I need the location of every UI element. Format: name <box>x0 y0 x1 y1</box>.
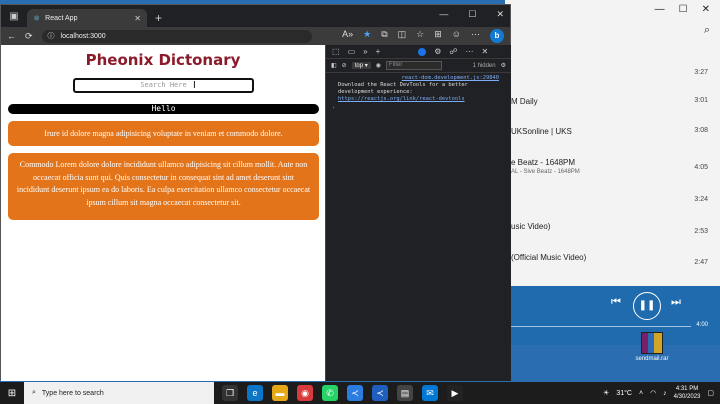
console-message: Download the React DevTools for a better… <box>338 82 468 102</box>
pause-button[interactable]: ❚❚ <box>633 292 661 320</box>
browser-toolbar-icons: A» ★ ⧉ ◫ ☆ ⊞ ☺ ⋯ b <box>342 29 504 43</box>
hello-bar: Hello <box>8 104 319 114</box>
track-row[interactable]: e Beatz - 1648PM AL - Sive Beatz - 1648P… <box>505 158 720 175</box>
console-prompt-icon[interactable]: › <box>332 105 499 112</box>
track-row[interactable]: 3:24 <box>505 196 720 212</box>
inspect-icon[interactable]: ⬚ <box>332 47 340 56</box>
mail-icon[interactable]: ✉ <box>422 385 438 401</box>
read-aloud-icon[interactable]: A» <box>342 29 353 43</box>
react-devtools-link[interactable]: https://reactjs.org/link/react-devtools <box>338 96 465 102</box>
page-viewport: Pheonix Dictonary Search Here I Hello Ir… <box>1 45 325 381</box>
film-icon[interactable]: ▶ <box>447 385 463 401</box>
clock[interactable]: 4:31 PM 4/30/2023 <box>674 385 701 401</box>
search-icon[interactable]: ⌕ <box>704 24 710 37</box>
settings-icon[interactable]: ⚙ <box>501 62 506 69</box>
search-icon: ⌕ <box>32 389 36 396</box>
settings-icon[interactable]: ⚙ <box>434 47 441 56</box>
sidebar-toggle-icon[interactable]: ◧ <box>331 62 337 69</box>
track-row[interactable]: M Daily 3:01 <box>505 97 720 113</box>
close-tab-icon[interactable]: ✕ <box>134 14 141 23</box>
page-title: Pheonix Dictonary <box>85 51 241 69</box>
clear-console-icon[interactable]: ⊘ <box>342 62 347 69</box>
favorite-star-icon[interactable]: ★ <box>363 29 371 43</box>
hidden-count: 1 hidden <box>472 62 496 69</box>
context-select[interactable]: top ▾ <box>351 62 371 69</box>
more-menu-icon[interactable]: ⋯ <box>471 29 480 43</box>
desktop-icon-winrar[interactable]: sendmail.rar <box>632 332 672 362</box>
console-source-link[interactable]: react-dom.development.js:29840 <box>338 75 499 82</box>
console-output: react-dom.development.js:29840 Download … <box>326 73 511 114</box>
minimize-icon[interactable]: — <box>655 4 665 15</box>
chevron-up-icon[interactable]: ˄ <box>639 390 643 397</box>
edge-icon[interactable]: e <box>247 385 263 401</box>
track-row[interactable]: usic Video) 2:53 <box>505 222 720 238</box>
more-tabs-icon[interactable]: » <box>363 47 367 56</box>
track-row[interactable]: UKSonline | UKS 3:08 <box>505 127 720 143</box>
taskbar-apps: ❐ e ▬ ◉ ✆ ≺ ≺ ▤ ✉ ▶ <box>222 385 463 401</box>
console-filter-bar: ◧ ⊘ top ▾ ◉ Filter 1 hidden ⚙ <box>326 59 511 73</box>
task-view-icon[interactable]: ❐ <box>222 385 238 401</box>
workspace-icon[interactable]: ▣ <box>1 5 27 27</box>
notification-icon[interactable]: ▢ <box>707 389 714 397</box>
whatsapp-icon[interactable]: ✆ <box>322 385 338 401</box>
issues-icon[interactable] <box>418 47 427 56</box>
eye-icon[interactable]: ◉ <box>376 62 381 69</box>
maximize-icon[interactable]: ☐ <box>679 4 688 15</box>
close-icon[interactable]: ✕ <box>496 9 504 20</box>
system-tray: ☀ 31°C ˄ ◠ ♪ 4:31 PM 4/30/2023 ▢ <box>603 385 714 401</box>
music-player-bar: ⏮ ❚❚ ⏭ 4:00 <box>505 286 720 345</box>
close-icon[interactable]: ✕ <box>702 4 710 15</box>
vscode-icon[interactable]: ≺ <box>372 385 388 401</box>
definition-card: Irure id dolore magna adipisicing volupt… <box>8 121 319 146</box>
progress-bar[interactable] <box>511 326 691 327</box>
device-icon[interactable]: ▭ <box>348 47 356 56</box>
next-icon[interactable]: ⏭ <box>671 296 681 309</box>
close-icon[interactable]: ✕ <box>482 47 489 56</box>
tab-react-app[interactable]: ⚛ React App ✕ <box>27 9 147 27</box>
info-icon[interactable]: ⓘ <box>48 31 55 41</box>
devtools-panel: ⬚ ▭ » + ⚙ ☍ ⋯ ✕ ◧ ⊘ top ▾ ◉ Filter 1 hid… <box>325 45 511 381</box>
winrar-icon <box>641 332 663 354</box>
definition-card: Commodo Lorem dolore dolore incididunt u… <box>8 153 319 220</box>
add-tab-icon[interactable]: + <box>376 47 381 56</box>
track-row[interactable]: (Official Music Video) 2:47 <box>505 253 720 269</box>
store-icon[interactable]: ▤ <box>397 385 413 401</box>
refresh-icon[interactable]: ⟳ <box>25 31 33 42</box>
music-titlebar: — ☐ ✕ <box>505 0 720 18</box>
vscode-icon[interactable]: ≺ <box>347 385 363 401</box>
back-icon[interactable]: ← <box>7 31 16 41</box>
search-input[interactable]: Search Here <box>73 78 254 93</box>
previous-icon[interactable]: ⏮ <box>611 296 621 309</box>
maximize-icon[interactable]: ☐ <box>468 9 476 20</box>
devtools-toolbar: ⬚ ▭ » + ⚙ ☍ ⋯ ✕ <box>326 45 511 59</box>
track-row[interactable]: 3:27 <box>505 69 720 85</box>
minimize-icon[interactable]: — <box>439 9 448 20</box>
weather-icon[interactable]: ☀ <box>603 389 609 397</box>
windows-start-icon[interactable]: ⊞ <box>0 388 24 399</box>
text-cursor-icon: I <box>193 80 196 91</box>
react-icon: ⚛ <box>33 13 41 23</box>
bing-icon[interactable]: b <box>490 29 504 43</box>
feedback-icon[interactable]: ☍ <box>449 47 457 56</box>
address-bar: ← ⟳ ⓘ localhost:3000 A» ★ ⧉ ◫ ☆ ⊞ ☺ ⋯ b <box>1 27 510 45</box>
volume-icon[interactable]: ♪ <box>663 390 667 397</box>
taskbar: ⊞ ⌕ Type here to search ❐ e ▬ ◉ ✆ ≺ ≺ ▤ … <box>0 382 720 404</box>
new-tab-button[interactable]: + <box>155 9 162 27</box>
console-filter-input[interactable]: Filter <box>385 61 442 70</box>
taskbar-search-input[interactable]: ⌕ Type here to search <box>24 382 214 404</box>
profile-icon[interactable]: ☺ <box>452 29 461 43</box>
split-screen-icon[interactable]: ◫ <box>398 29 407 43</box>
window-controls: — ☐ ✕ <box>439 9 504 20</box>
file-explorer-icon[interactable]: ▬ <box>272 385 288 401</box>
browser-window: ▣ ⚛ React App ✕ + — ☐ ✕ ← ⟳ ⓘ localhost:… <box>0 4 511 381</box>
collections-icon[interactable]: ⊞ <box>434 29 442 43</box>
favorites-icon[interactable]: ☆ <box>416 29 424 43</box>
tab-bar: ▣ ⚛ React App ✕ + — ☐ ✕ <box>1 5 510 27</box>
extensions-icon[interactable]: ⧉ <box>381 29 387 43</box>
network-icon[interactable]: ◠ <box>650 389 656 397</box>
chrome-icon[interactable]: ◉ <box>297 385 313 401</box>
url-field[interactable]: ⓘ localhost:3000 <box>41 29 312 43</box>
more-menu-icon[interactable]: ⋯ <box>466 47 474 56</box>
